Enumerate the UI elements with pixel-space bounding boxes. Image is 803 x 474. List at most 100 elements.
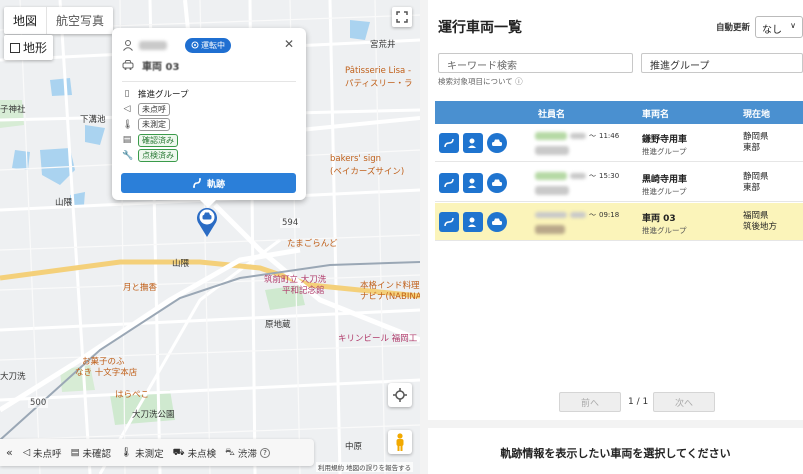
pagination: 前へ 1 / 1 次へ: [428, 392, 803, 412]
vehicle-group: 推進グループ: [642, 187, 687, 196]
location-area: 筑後地方: [743, 222, 778, 232]
map-label: パティスリー・ラ: [345, 79, 413, 89]
time-separator: 〜: [589, 132, 596, 140]
car-icon: [122, 60, 134, 70]
map-label: ナビナ(NABINA: [360, 292, 420, 302]
table-row[interactable]: 〜 11:46 鎌野寺用車 推進グループ 静岡県 東部: [435, 124, 803, 162]
driver-name-redacted: [139, 40, 167, 50]
megaphone-icon: ◁: [123, 104, 131, 115]
pegman-icon: [396, 433, 404, 451]
page-title: 運行車両一覧: [438, 20, 522, 36]
legend-item-confirm[interactable]: ▤ 未確認: [71, 446, 112, 460]
checkbox-box[interactable]: [10, 42, 20, 53]
track-button[interactable]: 軌跡: [121, 173, 296, 193]
vehicle-list-panel: 運行車両一覧 自動更新 なし ∨ キーワード検索 推進グループ 検索対象項目につ…: [428, 0, 803, 420]
table-row-selected[interactable]: 〜 09:18 車両 03 推進グループ 福岡県 筑後地方: [435, 203, 803, 241]
date-redacted: [535, 132, 567, 140]
car-icon: [492, 218, 502, 225]
current-location: 静岡県 東部: [743, 172, 769, 194]
route-icon: [444, 178, 454, 188]
map-view[interactable]: 宮荒井 Pâtisserie Lisa - パティスリー・ラ 子神社 下溝池 b…: [0, 0, 420, 474]
wrench-icon: 🔧: [122, 150, 134, 161]
table-row[interactable]: 〜 15:30 黒崎寺用車 推進グループ 静岡県 東部: [435, 164, 803, 202]
terrain-checkbox[interactable]: 地形: [4, 35, 54, 60]
fullscreen-button[interactable]: [392, 7, 412, 27]
driver-button[interactable]: [463, 173, 483, 193]
route-button[interactable]: [439, 212, 459, 232]
route-button[interactable]: [439, 173, 459, 193]
person-icon: [123, 40, 133, 51]
map-label: 大刀洗: [0, 372, 26, 382]
help-icon: ⓘ: [515, 77, 523, 86]
page-info: 1 / 1: [628, 397, 649, 407]
legend-item-measure[interactable]: 🌡 未測定: [120, 446, 164, 460]
document-icon: ▯: [124, 88, 130, 99]
legend-label: 未点呼: [33, 448, 62, 460]
traffic-icon: ⛍: [225, 446, 235, 458]
prev-page-button[interactable]: 前へ: [559, 392, 621, 412]
vehicle-name: 黒崎寺用車: [642, 175, 688, 185]
route-icon: [444, 138, 454, 148]
route-button[interactable]: [439, 133, 459, 153]
street-view-button[interactable]: [388, 430, 412, 454]
table-header: 社員名 車両名 現在地: [435, 101, 803, 124]
map-label: なき 十文字本店: [75, 368, 138, 378]
map-label: 中原: [345, 442, 363, 452]
car-check-icon: ⛟: [172, 446, 185, 458]
map-label: はらぺこ: [115, 390, 150, 400]
map-label: キリンビール 福岡工: [338, 334, 418, 344]
close-icon[interactable]: ✕: [284, 37, 294, 51]
legend-item-inspect[interactable]: ⛟ 未点検: [173, 446, 216, 460]
vehicle-group: 推進グループ: [642, 147, 687, 156]
keyword-search-input[interactable]: キーワード検索: [438, 53, 633, 73]
person-gear-icon: [468, 138, 476, 148]
collapse-icon[interactable]: «: [6, 446, 13, 459]
legend-item-roll-call[interactable]: ◁ 未点呼: [23, 446, 62, 460]
map-type-satellite-button[interactable]: 航空写真: [46, 7, 113, 34]
location-area: 東部: [743, 183, 761, 193]
auto-update-select[interactable]: なし ∨: [755, 16, 803, 38]
map-label: 月と撫香: [123, 283, 158, 293]
map-label: 下溝池: [80, 115, 106, 125]
track-info-panel: 軌跡情報を表示したい車両を選択してください: [428, 428, 803, 474]
vehicle-name: 車両 03: [642, 214, 676, 224]
vehicle-name: 鎌野寺用車: [642, 135, 688, 145]
road-number: 500: [28, 398, 49, 408]
map-type-roadmap-button[interactable]: 地図: [4, 7, 46, 34]
map-label: 山隈: [55, 198, 73, 208]
next-page-button[interactable]: 次へ: [653, 392, 715, 412]
track-button-label: 軌跡: [206, 179, 225, 190]
chevron-down-icon: ∨: [790, 21, 796, 30]
driver-button[interactable]: [463, 133, 483, 153]
select-vehicle-message: 軌跡情報を表示したい車両を選択してください: [500, 447, 731, 460]
vehicle-button[interactable]: [487, 212, 507, 232]
location-prefecture: 福岡県: [743, 211, 769, 221]
vehicle-group: 推進グループ: [642, 226, 687, 235]
car-icon: [492, 179, 502, 186]
id-card-icon: ▤: [122, 135, 132, 146]
person-gear-icon: [468, 217, 476, 227]
tag-measurement: 未測定: [138, 118, 170, 132]
auto-update-label: 自動更新: [716, 23, 751, 33]
map-label: 平和記念館: [282, 286, 325, 296]
legend-item-traffic[interactable]: ⛍ 渋滞 ?: [225, 446, 270, 460]
search-help-link[interactable]: 検索対象項目について ⓘ: [438, 76, 523, 87]
vehicle-info-popup: 運転中 ✕ 車両 03 ▯ 推進グループ ◁ 未点呼 🌡 未測定 ▤ 確認済み …: [112, 28, 306, 208]
help-icon[interactable]: ?: [259, 447, 270, 458]
my-location-button[interactable]: [388, 383, 412, 407]
start-time-redacted: [570, 133, 586, 139]
driver-button[interactable]: [463, 212, 483, 232]
vehicle-button[interactable]: [487, 133, 507, 153]
start-time-redacted: [570, 212, 586, 218]
fullscreen-icon: [396, 11, 408, 23]
map-label: 大刀洗公園: [132, 410, 175, 420]
map-attribution[interactable]: 利用規約 地図の誤りを報告する: [316, 462, 414, 472]
time-separator: 〜: [589, 211, 596, 219]
group-label: 推進グループ: [138, 89, 189, 100]
route-icon: [192, 178, 201, 188]
vehicle-marker[interactable]: [196, 206, 218, 238]
map-label: たまごらんど: [287, 239, 338, 249]
group-select[interactable]: 推進グループ: [641, 53, 803, 73]
vehicle-button[interactable]: [487, 173, 507, 193]
auto-update-value: なし: [762, 25, 782, 36]
